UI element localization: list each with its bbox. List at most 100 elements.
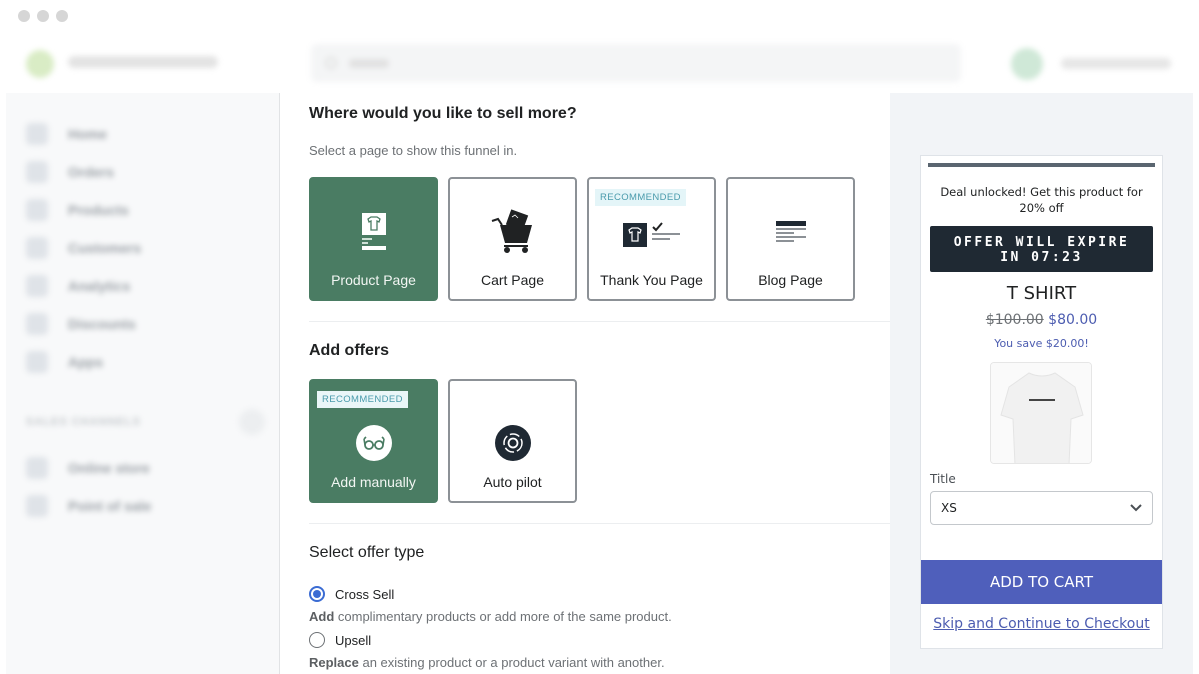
- tshirt-image-icon: [991, 363, 1091, 463]
- search-input[interactable]: [311, 44, 961, 82]
- page-option-product[interactable]: Product Page: [309, 177, 438, 301]
- offer-option-manual[interactable]: RECOMMENDED Add manually: [309, 379, 438, 503]
- page-option-cart[interactable]: Cart Page: [448, 177, 577, 301]
- page-option-label: Thank You Page: [600, 272, 703, 288]
- window-controls: [18, 10, 68, 22]
- sales-channels-header: SALES CHANNELS: [6, 407, 279, 437]
- radio-button-unchecked[interactable]: [309, 632, 325, 648]
- section-title: Add offers: [309, 342, 389, 359]
- chart-icon: [26, 275, 48, 297]
- variant-value: XS: [941, 501, 957, 515]
- price-row: $100.00 $80.00: [921, 312, 1162, 328]
- apps-icon: [26, 351, 48, 373]
- variant-label: Title: [930, 472, 956, 486]
- page-option-label: Product Page: [331, 272, 416, 288]
- avatar[interactable]: [1011, 48, 1043, 80]
- sidebar-item-point-of-sale[interactable]: Point of sale: [6, 487, 279, 525]
- sidebar-item-label: Apps: [68, 354, 103, 370]
- thank-you-icon: [622, 221, 681, 252]
- sidebar-item-label: Customers: [68, 240, 142, 256]
- desc-text: complimentary products or add more of th…: [334, 609, 672, 624]
- offer-type-section: Select offer type Cross Sell Add complim…: [281, 524, 890, 670]
- section-title: Where would you like to sell more?: [309, 105, 577, 122]
- top-bar: [6, 36, 1193, 92]
- search-icon: [325, 57, 337, 69]
- person-icon: [26, 237, 48, 259]
- orders-icon: [26, 161, 48, 183]
- offer-options: RECOMMENDED Add manually Auto pilot: [309, 379, 890, 503]
- desc-bold: Replace: [309, 655, 359, 670]
- progress-bar: [928, 163, 1155, 167]
- timer-line-2: IN 07:23: [1000, 250, 1083, 265]
- offer-option-label: Auto pilot: [483, 474, 542, 490]
- original-price: $100.00: [985, 312, 1044, 328]
- radio-description: Add complimentary products or add more o…: [309, 609, 890, 624]
- sidebar-item-apps[interactable]: Apps: [6, 343, 279, 381]
- cart-icon: [490, 209, 536, 260]
- variant-select[interactable]: XS: [930, 491, 1153, 525]
- section-subtitle: Select a page to show this funnel in.: [309, 143, 518, 158]
- desc-bold: Add: [309, 609, 335, 624]
- glasses-icon: [355, 425, 392, 466]
- blog-icon: [775, 221, 806, 252]
- minimize-window-button[interactable]: [37, 10, 49, 22]
- close-window-button[interactable]: [18, 10, 30, 22]
- sell-more-section: Where would you like to sell more? Selec…: [281, 93, 890, 301]
- sidebar-item-label: Point of sale: [68, 498, 152, 514]
- sales-channels-label: SALES CHANNELS: [26, 416, 141, 428]
- sidebar-item-label: Products: [68, 202, 129, 218]
- discounted-price: $80.00: [1048, 312, 1098, 328]
- deal-text: Deal unlocked! Get this product for 20% …: [940, 185, 1143, 215]
- desc-text: an existing product or a product variant…: [358, 655, 665, 670]
- radio-cross-sell[interactable]: Cross Sell: [309, 586, 890, 602]
- main-content: Where would you like to sell more? Selec…: [281, 93, 890, 674]
- radio-label: Cross Sell: [335, 586, 395, 602]
- savings-text: You save $20.00!: [994, 337, 1089, 350]
- recommended-badge: RECOMMENDED: [595, 189, 686, 206]
- page-option-label: Blog Page: [758, 272, 823, 288]
- radio-description: Replace an existing product or a product…: [309, 655, 890, 670]
- tag-icon: [26, 199, 48, 221]
- sidebar-item-label: Discounts: [68, 316, 136, 332]
- sidebar: Home Orders Products Customers Analytics…: [6, 93, 280, 674]
- add-offers-section: Add offers RECOMMENDED Add manually Auto…: [281, 322, 890, 503]
- section-title: Select offer type: [309, 544, 425, 561]
- page-option-blog[interactable]: Blog Page: [726, 177, 855, 301]
- radio-label: Upsell: [335, 632, 372, 648]
- add-to-cart-button[interactable]: ADD TO CART: [921, 560, 1162, 604]
- discount-icon: [26, 313, 48, 335]
- sidebar-item-label: Online store: [68, 460, 150, 476]
- store-logo-icon: [26, 50, 54, 78]
- autopilot-icon: [494, 425, 531, 466]
- sidebar-item-label: Orders: [68, 164, 114, 180]
- sidebar-item-home[interactable]: Home: [6, 115, 279, 153]
- chevron-down-icon: [1130, 501, 1142, 515]
- sidebar-item-customers[interactable]: Customers: [6, 229, 279, 267]
- recommended-badge: RECOMMENDED: [317, 391, 408, 408]
- page-option-thank-you[interactable]: RECOMMENDED Thank You Page: [587, 177, 716, 301]
- sidebar-item-label: Analytics: [68, 278, 131, 294]
- sidebar-item-orders[interactable]: Orders: [6, 153, 279, 191]
- sidebar-item-analytics[interactable]: Analytics: [6, 267, 279, 305]
- radio-upsell[interactable]: Upsell: [309, 632, 890, 648]
- page-options: Product Page Cart Page RECOMMENDED Thank…: [309, 177, 890, 301]
- app-window: Home Orders Products Customers Analytics…: [0, 0, 1199, 674]
- maximize-window-button[interactable]: [56, 10, 68, 22]
- sidebar-item-online-store[interactable]: Online store: [6, 449, 279, 487]
- countdown-timer: OFFER WILL EXPIRE IN 07:23: [930, 226, 1153, 272]
- skip-to-checkout-link[interactable]: Skip and Continue to Checkout: [921, 616, 1162, 632]
- store-name[interactable]: [68, 56, 218, 68]
- sidebar-item-products[interactable]: Products: [6, 191, 279, 229]
- sidebar-item-discounts[interactable]: Discounts: [6, 305, 279, 343]
- timer-line-1: OFFER WILL EXPIRE: [953, 235, 1130, 250]
- add-channel-button[interactable]: [239, 409, 265, 435]
- product-page-icon: [361, 213, 387, 258]
- radio-button-checked[interactable]: [309, 586, 325, 602]
- user-name[interactable]: [1061, 58, 1171, 69]
- product-title: T SHIRT: [1006, 283, 1077, 304]
- search-placeholder: [349, 59, 389, 68]
- preview-pane: Deal unlocked! Get this product for 20% …: [890, 93, 1193, 674]
- sidebar-item-label: Home: [68, 126, 107, 142]
- product-image: [990, 362, 1092, 464]
- offer-option-autopilot[interactable]: Auto pilot: [448, 379, 577, 503]
